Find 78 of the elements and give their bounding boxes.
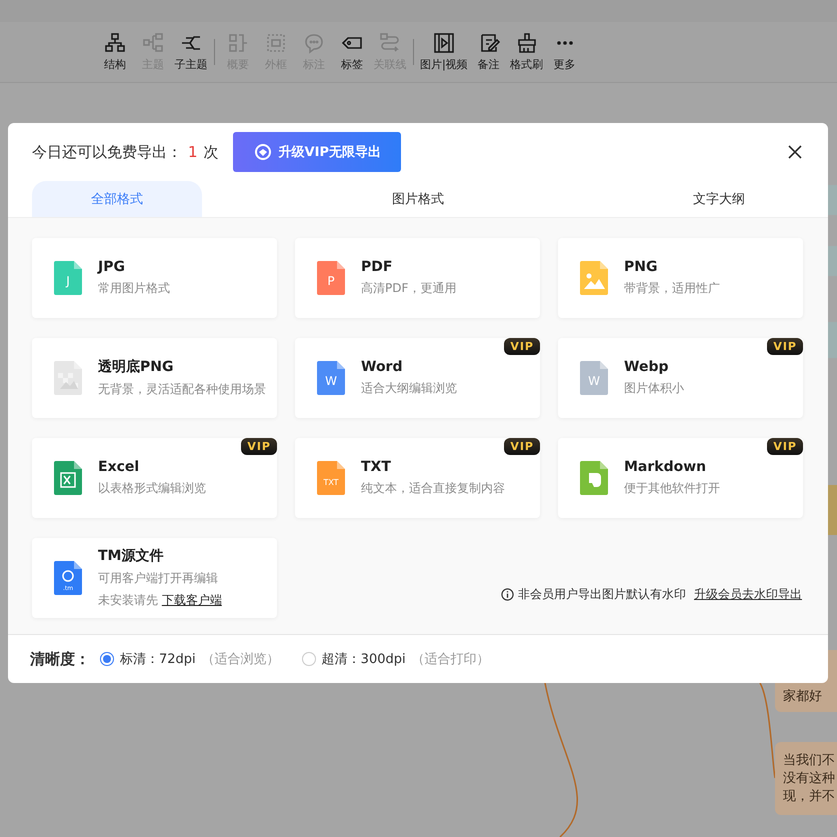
resolution-option[interactable]: 标清：72dpi bbox=[120, 650, 196, 668]
hierarchy-icon bbox=[104, 32, 126, 54]
more-icon bbox=[556, 41, 573, 45]
format-description: 便于其他软件打开 bbox=[624, 480, 720, 497]
format-card[interactable]: Markdown 便于其他软件打开 VIP bbox=[558, 438, 803, 518]
summary-icon bbox=[227, 32, 249, 54]
format-card[interactable]: W Word 适合大纲编辑浏览 VIP bbox=[295, 338, 540, 418]
format-description: 常用图片格式 bbox=[98, 280, 170, 297]
file-icon: W bbox=[580, 361, 608, 395]
radio-button[interactable] bbox=[100, 652, 114, 666]
format-card[interactable]: TXT TXT 纯文本，适合直接复制内容 VIP bbox=[295, 438, 540, 518]
node-text: 现，并不 bbox=[783, 788, 836, 806]
vip-badge: VIP bbox=[504, 338, 540, 355]
file-icon: J bbox=[54, 261, 82, 295]
node-text: 家都好 bbox=[783, 688, 823, 706]
format-tab[interactable]: 图片格式 bbox=[333, 181, 503, 217]
format-title: PDF bbox=[361, 259, 394, 275]
quota-text: 今日还可以免费导出： bbox=[32, 142, 182, 162]
format-description: 高清PDF，更通用 bbox=[361, 280, 456, 297]
link-line-icon bbox=[379, 32, 401, 54]
format-title: TXT bbox=[361, 459, 392, 475]
resolution-label: 清晰度： bbox=[30, 650, 90, 668]
toolbar-button[interactable]: 子主题 bbox=[172, 32, 210, 72]
vip-badge: VIP bbox=[504, 438, 540, 455]
info-icon bbox=[501, 588, 514, 601]
format-title: Excel bbox=[98, 459, 140, 475]
format-description: 纯文本，适合直接复制内容 bbox=[361, 480, 505, 497]
format-description: 图片体积小 bbox=[624, 380, 684, 397]
brush-icon bbox=[516, 32, 538, 54]
format-tab[interactable]: 文字大纲 bbox=[634, 181, 804, 217]
format-title: TM源文件 bbox=[98, 547, 164, 565]
format-description: 带背景，适用性广 bbox=[624, 280, 720, 297]
format-description: 无背景，灵活适配各种使用场景 bbox=[98, 381, 266, 398]
format-title: JPG bbox=[98, 259, 126, 275]
vip-badge: VIP bbox=[767, 438, 803, 455]
format-description: 可用客户端打开再编辑 bbox=[98, 570, 219, 587]
format-description: 以表格形式编辑浏览 bbox=[98, 480, 206, 497]
toolbar-button[interactable]: 备注 bbox=[470, 32, 508, 72]
vip-badge: VIP bbox=[767, 338, 803, 355]
node-text: 没有这种 bbox=[783, 770, 836, 788]
download-client-link[interactable]: 下载客户端 bbox=[162, 593, 222, 607]
video-frame-icon bbox=[432, 32, 455, 54]
file-icon: TXT bbox=[317, 461, 345, 495]
toolbar-button[interactable]: 图片|视频 bbox=[418, 32, 470, 72]
format-description: 适合大纲编辑浏览 bbox=[361, 380, 457, 397]
file-icon: P bbox=[317, 261, 345, 295]
format-card[interactable]: W Webp 图片体积小 VIP bbox=[558, 338, 803, 418]
format-title: PNG bbox=[624, 259, 658, 275]
format-card[interactable]: 透明底PNG 无背景，灵活适配各种使用场景 bbox=[32, 338, 277, 418]
format-title: Webp bbox=[624, 359, 670, 375]
close-icon[interactable] bbox=[786, 143, 804, 161]
format-card[interactable]: J JPG 常用图片格式 bbox=[32, 238, 277, 318]
watermark-note: 非会员用户导出图片默认有水印 bbox=[518, 586, 686, 603]
resolution-hint: （适合打印） bbox=[412, 651, 490, 668]
install-hint: 未安装请先 下载客户端 bbox=[98, 592, 222, 609]
upgrade-vip-button[interactable]: 升级VIP无限导出 bbox=[232, 132, 401, 172]
quota-count: 1 bbox=[188, 143, 198, 161]
toolbar-button[interactable]: 更多 bbox=[546, 32, 584, 72]
node-text: 当我们不 bbox=[783, 752, 836, 770]
format-card[interactable]: PNG 带背景，适用性广 bbox=[558, 238, 803, 318]
format-card[interactable]: Excel 以表格形式编辑浏览 VIP bbox=[32, 438, 277, 518]
speech-bubble-icon bbox=[303, 32, 325, 54]
remove-watermark-link[interactable]: 升级会员去水印导出 bbox=[694, 586, 802, 603]
toolbar-button[interactable]: 标签 bbox=[333, 32, 371, 72]
format-title: Markdown bbox=[624, 459, 708, 475]
branch-icon bbox=[142, 32, 164, 54]
quota-unit: 次 bbox=[204, 142, 219, 162]
toolbar-button[interactable]: 结构 bbox=[96, 32, 134, 72]
toolbar-button[interactable]: 格式刷 bbox=[508, 32, 546, 72]
radio-button[interactable] bbox=[302, 652, 316, 666]
format-title: Word bbox=[361, 359, 404, 375]
resolution-option[interactable]: 超清：300dpi bbox=[322, 650, 406, 668]
frame-icon bbox=[265, 32, 287, 54]
resolution-hint: （适合浏览） bbox=[202, 651, 280, 668]
format-card[interactable]: P PDF 高清PDF，更通用 bbox=[295, 238, 540, 318]
vip-badge: VIP bbox=[241, 438, 277, 455]
format-title: 透明底PNG bbox=[98, 358, 174, 376]
file-icon: W bbox=[317, 361, 345, 395]
